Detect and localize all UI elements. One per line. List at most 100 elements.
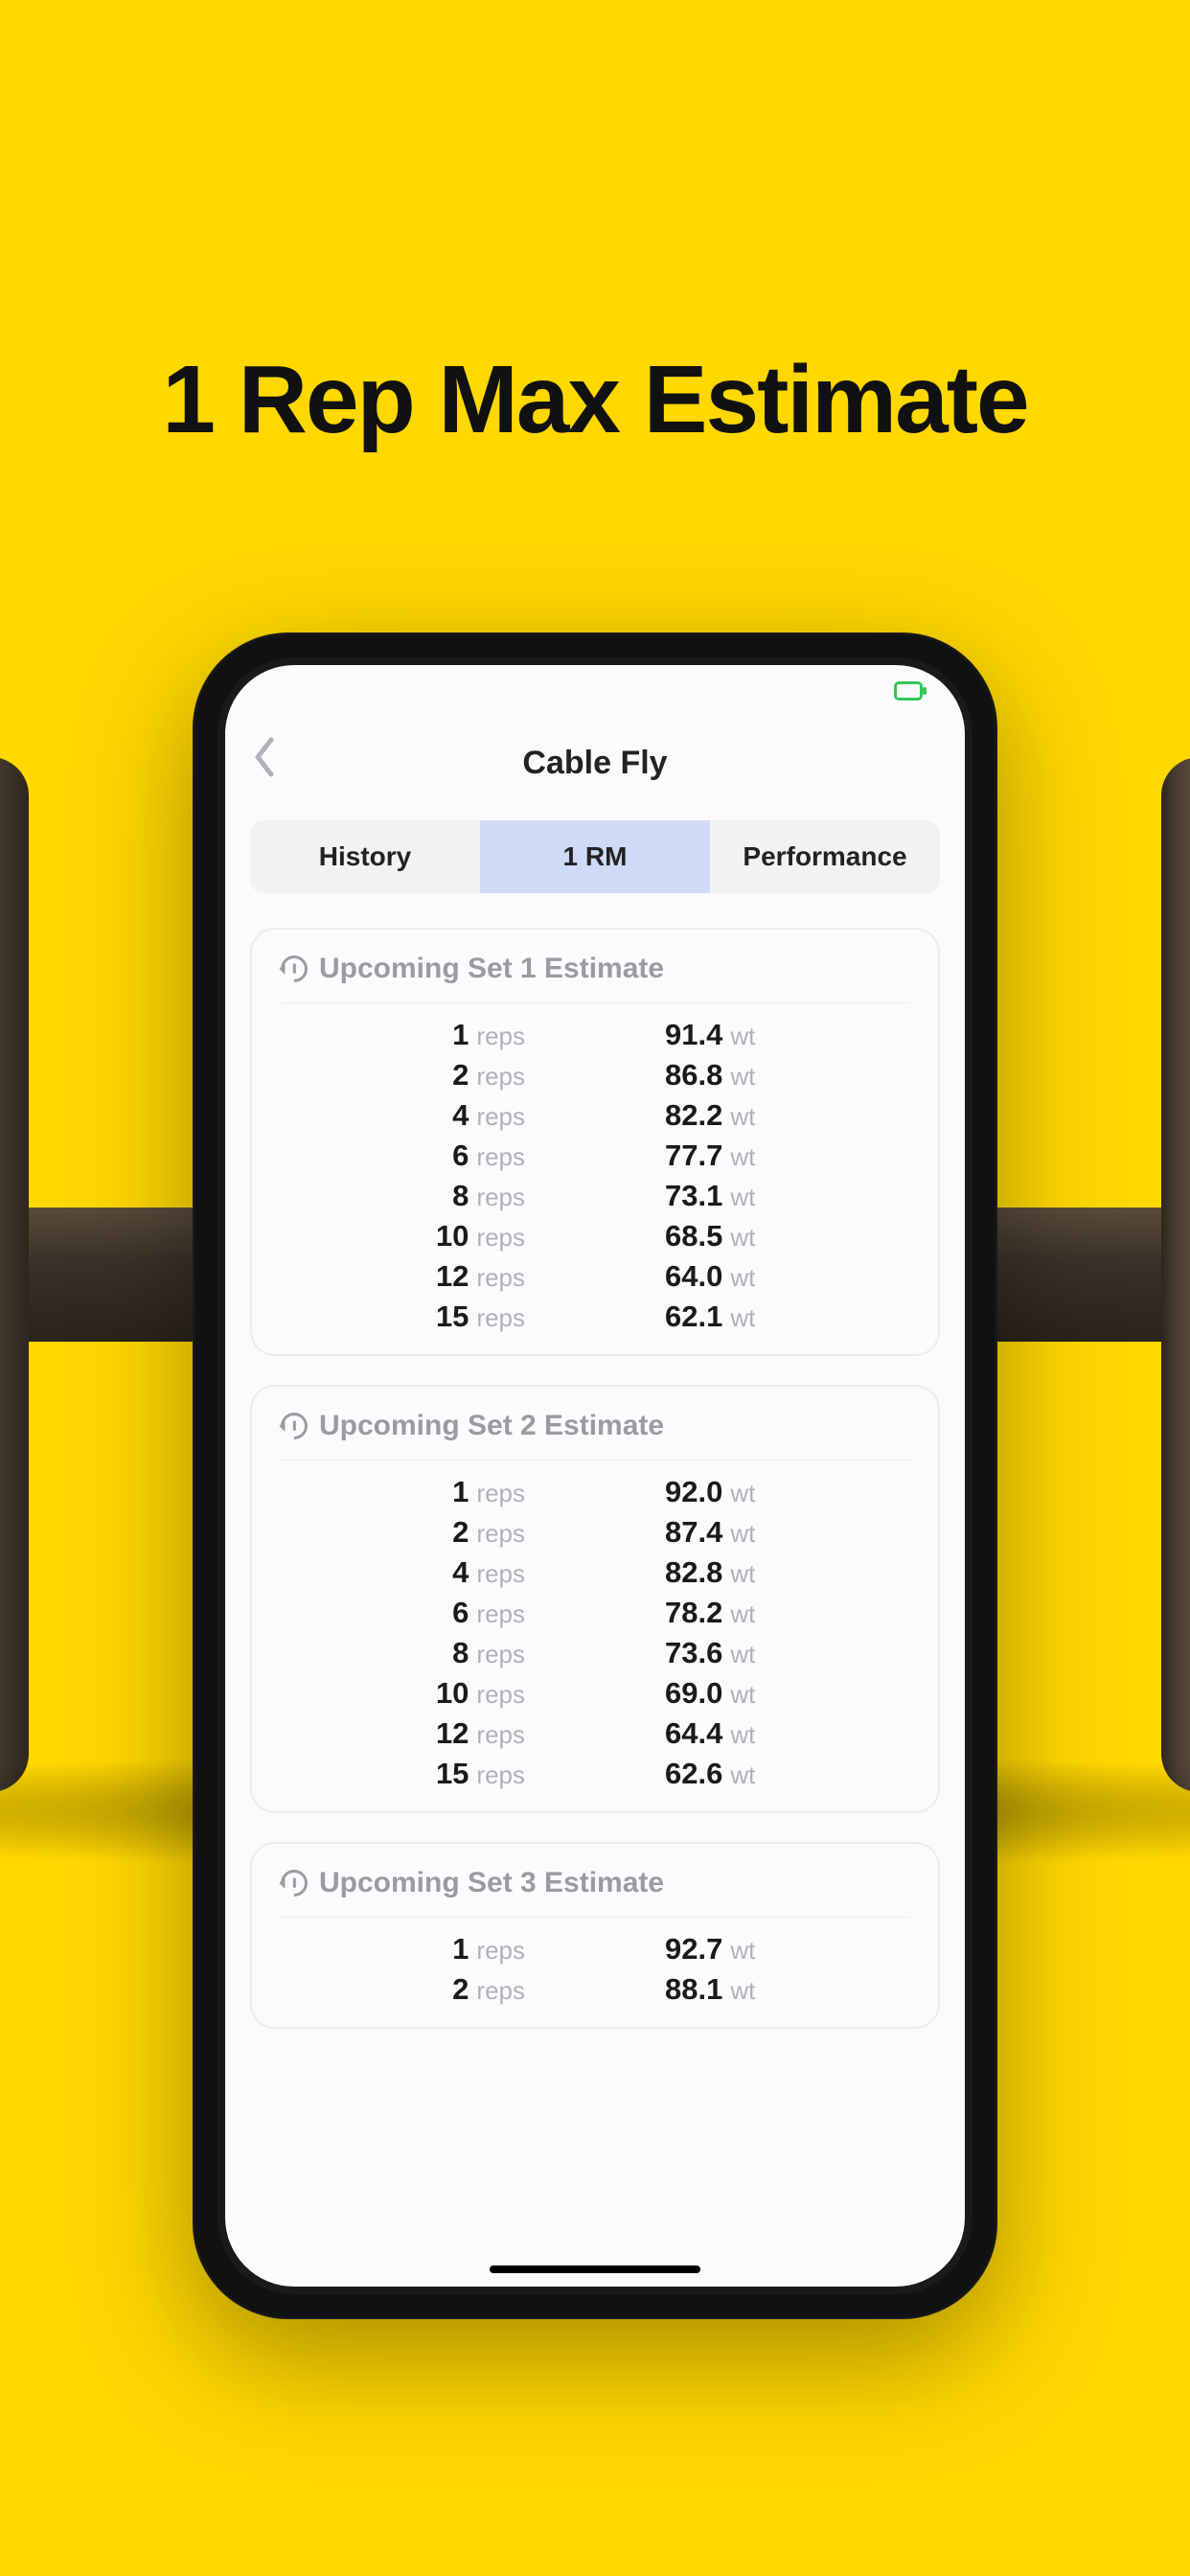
promo-headline: 1 Rep Max Estimate	[162, 345, 1027, 455]
weight-value: 92.0	[665, 1475, 722, 1509]
weight-unit: wt	[730, 1062, 755, 1092]
weight-value: 64.0	[665, 1259, 722, 1294]
estimate-row: 10reps 69.0 wt	[281, 1673, 909, 1714]
estimate-row: 1reps 92.7 wt	[281, 1929, 909, 1969]
reps-unit: reps	[476, 1640, 525, 1669]
weight-value: 68.5	[665, 1219, 722, 1254]
navigation-bar: Cable Fly	[225, 717, 965, 820]
home-indicator[interactable]	[490, 2266, 700, 2273]
weight-value: 82.8	[665, 1555, 722, 1590]
estimate-row: 12reps 64.0 wt	[281, 1256, 909, 1297]
estimate-row: 6reps 77.7 wt	[281, 1136, 909, 1176]
chevron-left-icon	[250, 734, 277, 780]
weight-unit: wt	[730, 1936, 755, 1966]
reps-value: 1	[452, 1018, 469, 1052]
reps-value: 6	[452, 1138, 469, 1173]
reps-value: 12	[436, 1259, 469, 1294]
tab-history[interactable]: History	[250, 820, 480, 893]
weight-value: 78.2	[665, 1596, 722, 1630]
reps-unit: reps	[476, 1183, 525, 1212]
weight-unit: wt	[730, 1760, 755, 1790]
card-title: Upcoming Set 3 Estimate	[319, 1867, 664, 1899]
weight-unit: wt	[730, 1976, 755, 2006]
weight-unit: wt	[730, 1680, 755, 1710]
estimate-row: 4reps82.8wt	[281, 1552, 909, 1593]
reps-value: 1	[452, 1475, 469, 1509]
reps-unit: reps	[476, 1559, 525, 1589]
estimate-row: 12reps64.4wt	[281, 1714, 909, 1754]
estimate-card: Upcoming Set 1 Estimate1reps91.4wt2reps8…	[250, 928, 940, 1356]
estimate-row: 8reps73.1wt	[281, 1176, 909, 1216]
history-icon	[275, 950, 313, 988]
reps-value: 10	[436, 1219, 469, 1254]
reps-unit: reps	[476, 1303, 525, 1333]
estimate-row: 1reps 92.0 wt	[281, 1472, 909, 1512]
weight-unit: wt	[730, 1022, 755, 1051]
weight-value: 62.1	[665, 1300, 722, 1334]
reps-value: 12	[436, 1716, 469, 1751]
estimate-card: Upcoming Set 3 Estimate1reps92.7wt2reps8…	[250, 1842, 940, 2029]
weight-value: 87.4	[665, 1515, 722, 1550]
weight-value: 73.1	[665, 1179, 722, 1213]
weight-unit: wt	[730, 1263, 755, 1293]
tab-1rm[interactable]: 1 RM	[480, 820, 710, 893]
reps-value: 8	[452, 1179, 469, 1213]
weight-unit: wt	[730, 1102, 755, 1132]
reps-unit: reps	[476, 1142, 525, 1172]
reps-unit: reps	[476, 1599, 525, 1629]
weight-unit: wt	[730, 1479, 755, 1508]
reps-value: 15	[436, 1757, 469, 1791]
weight-unit: wt	[730, 1303, 755, 1333]
reps-value: 2	[452, 1058, 469, 1092]
card-header: Upcoming Set 1 Estimate	[281, 953, 909, 1003]
weight-unit: wt	[730, 1142, 755, 1172]
estimate-row: 2reps 86.8 wt	[281, 1055, 909, 1095]
cards-scroll[interactable]: Upcoming Set 1 Estimate1reps91.4wt2reps8…	[225, 928, 965, 2029]
weight-value: 91.4	[665, 1018, 722, 1052]
page-title: Cable Fly	[225, 745, 965, 782]
weight-value: 82.2	[665, 1098, 722, 1133]
reps-unit: reps	[476, 1680, 525, 1710]
reps-unit: reps	[476, 1102, 525, 1132]
reps-unit: reps	[476, 1760, 525, 1790]
reps-value: 8	[452, 1636, 469, 1670]
weight-value: 62.6	[665, 1757, 722, 1791]
weight-value: 69.0	[665, 1676, 722, 1711]
reps-unit: reps	[476, 1936, 525, 1966]
reps-value: 1	[452, 1932, 469, 1966]
card-header: Upcoming Set 2 Estimate	[281, 1410, 909, 1460]
estimate-row: 2reps88.1wt	[281, 1969, 909, 2010]
estimate-row: 1reps 91.4 wt	[281, 1015, 909, 1055]
weight-value: 73.6	[665, 1636, 722, 1670]
back-button[interactable]	[250, 734, 277, 792]
tab-performance[interactable]: Performance	[710, 820, 940, 893]
weight-unit: wt	[730, 1720, 755, 1750]
card-header: Upcoming Set 3 Estimate	[281, 1867, 909, 1918]
reps-unit: reps	[476, 1720, 525, 1750]
app-screen: Cable Fly History 1 RM Performance Upcom…	[225, 665, 965, 2287]
reps-unit: reps	[476, 1022, 525, 1051]
reps-value: 4	[452, 1098, 469, 1133]
reps-unit: reps	[476, 1263, 525, 1293]
weight-unit: wt	[730, 1640, 755, 1669]
weight-unit: wt	[730, 1559, 755, 1589]
reps-value: 10	[436, 1676, 469, 1711]
weight-value: 92.7	[665, 1932, 722, 1966]
estimate-row: 15reps 62.1 wt	[281, 1297, 909, 1337]
estimate-row: 15reps 62.6 wt	[281, 1754, 909, 1794]
battery-icon	[894, 681, 923, 701]
estimate-row: 10reps68.5wt	[281, 1216, 909, 1256]
history-icon	[275, 1407, 313, 1445]
reps-unit: reps	[476, 1062, 525, 1092]
reps-unit: reps	[476, 1479, 525, 1508]
status-bar	[225, 665, 965, 717]
estimate-card: Upcoming Set 2 Estimate1reps92.0wt2reps8…	[250, 1385, 940, 1813]
weight-unit: wt	[730, 1599, 755, 1629]
estimate-row: 8reps 73.6 wt	[281, 1633, 909, 1673]
weight-value: 88.1	[665, 1972, 722, 2007]
weight-value: 86.8	[665, 1058, 722, 1092]
reps-value: 2	[452, 1515, 469, 1550]
weight-unit: wt	[730, 1519, 755, 1549]
weight-value: 77.7	[665, 1138, 722, 1173]
reps-value: 15	[436, 1300, 469, 1334]
